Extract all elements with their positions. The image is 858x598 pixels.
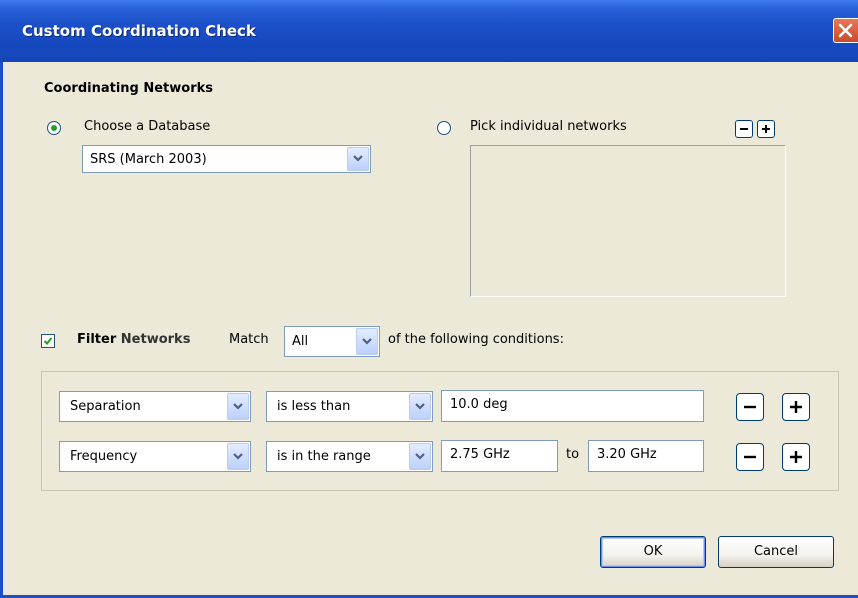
ok-button[interactable]: OK — [600, 536, 706, 568]
condition-1-operator-combo[interactable]: is less than — [266, 391, 433, 422]
minus-icon — [740, 128, 748, 130]
condition-1-field-arrow[interactable] — [227, 393, 249, 420]
close-icon — [838, 23, 853, 38]
condition-2-operator-arrow[interactable] — [409, 443, 431, 470]
database-combo-value: SRS (March 2003) — [90, 152, 207, 167]
match-label: Match — [229, 332, 269, 347]
filter-label-networks: Networks — [120, 332, 191, 347]
database-combo-arrow[interactable] — [347, 147, 369, 171]
minus-icon — [744, 405, 756, 409]
condition-2-to-field[interactable] — [597, 447, 697, 462]
filter-label: Filter Networks — [77, 332, 190, 347]
condition-2-field-value: Frequency — [70, 449, 138, 464]
filter-networks-checkbox[interactable] — [41, 334, 55, 348]
close-button[interactable] — [833, 18, 858, 43]
chevron-down-icon — [353, 155, 363, 162]
condition-2-from-field[interactable] — [450, 447, 551, 462]
pick-individual-radio[interactable] — [437, 121, 451, 135]
remove-network-button[interactable] — [735, 120, 753, 138]
condition-2-field-arrow[interactable] — [227, 443, 249, 470]
add-network-button[interactable] — [757, 120, 775, 138]
plus-icon — [762, 125, 770, 133]
section-title-coordinating: Coordinating Networks — [44, 81, 214, 96]
match-combo[interactable]: All — [284, 326, 380, 357]
condition-1-remove-button[interactable] — [736, 393, 764, 421]
plus-icon — [790, 401, 802, 413]
choose-database-radio[interactable] — [47, 121, 61, 135]
condition-2-field-combo[interactable]: Frequency — [59, 441, 251, 472]
condition-1-field-combo[interactable]: Separation — [59, 391, 251, 422]
condition-1-add-button[interactable] — [782, 393, 810, 421]
chevron-down-icon — [233, 403, 243, 410]
condition-1-value-input[interactable] — [441, 390, 704, 422]
chevron-down-icon — [233, 453, 243, 460]
condition-2-to-label: to — [566, 447, 580, 462]
individual-networks-list[interactable] — [470, 145, 786, 297]
window-frame-left — [0, 62, 3, 598]
condition-2-operator-combo[interactable]: is in the range — [266, 441, 433, 472]
minus-icon — [744, 455, 756, 459]
condition-2-to-input[interactable] — [588, 440, 704, 472]
filter-label-bold: Filter — [77, 332, 117, 347]
condition-1-operator-arrow[interactable] — [409, 393, 431, 420]
pick-individual-label: Pick individual networks — [470, 119, 627, 134]
condition-1-operator-value: is less than — [277, 399, 351, 414]
conditions-panel — [41, 371, 839, 491]
chevron-down-icon — [415, 453, 425, 460]
checkmark-icon — [43, 337, 53, 345]
match-combo-value: All — [292, 334, 309, 349]
choose-database-label: Choose a Database — [84, 119, 211, 134]
match-combo-arrow[interactable] — [356, 328, 378, 355]
title-bar: Custom Coordination Check — [0, 0, 858, 62]
condition-1-field-value: Separation — [70, 399, 141, 414]
window-title: Custom Coordination Check — [22, 22, 256, 40]
chevron-down-icon — [415, 403, 425, 410]
cancel-button[interactable]: Cancel — [718, 536, 834, 568]
condition-2-remove-button[interactable] — [736, 443, 764, 471]
condition-2-operator-value: is in the range — [277, 449, 371, 464]
condition-2-from-input[interactable] — [441, 440, 558, 472]
plus-icon — [790, 451, 802, 463]
chevron-down-icon — [362, 338, 372, 345]
condition-1-value-field[interactable] — [450, 397, 697, 412]
match-suffix-label: of the following conditions: — [388, 332, 564, 347]
condition-2-add-button[interactable] — [782, 443, 810, 471]
database-combo[interactable]: SRS (March 2003) — [82, 145, 371, 173]
